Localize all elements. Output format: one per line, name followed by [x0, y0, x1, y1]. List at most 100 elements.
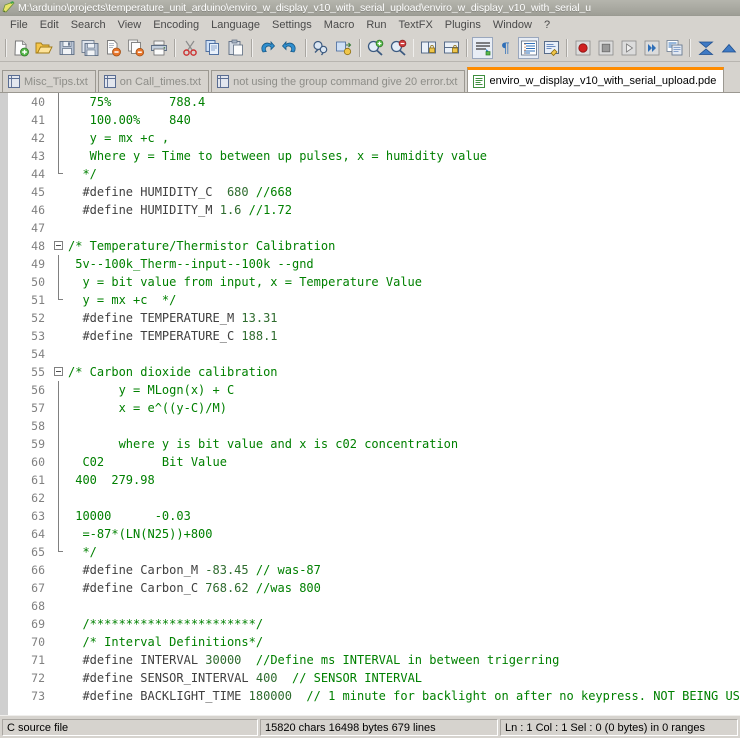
- menu-encoding[interactable]: Encoding: [147, 18, 205, 32]
- code-line[interactable]: #define Carbon_C 768.62 //was 800: [68, 579, 740, 597]
- copy-icon[interactable]: [203, 37, 224, 59]
- code-line[interactable]: /***********************/: [68, 615, 740, 633]
- cut-icon[interactable]: [180, 37, 201, 59]
- replace-icon[interactable]: [334, 37, 355, 59]
- code-line[interactable]: [68, 417, 740, 435]
- fold-marker[interactable]: [52, 237, 66, 255]
- print-icon[interactable]: [149, 37, 170, 59]
- fold-collapse-icon[interactable]: [54, 241, 63, 250]
- menu-file[interactable]: File: [4, 18, 34, 32]
- line-number: 40: [0, 93, 52, 111]
- fold-collapse-icon[interactable]: [54, 367, 63, 376]
- window-titlebar[interactable]: M:\arduino\projects\temperature_unit_ard…: [0, 0, 740, 16]
- code-folding-margin[interactable]: [52, 93, 66, 715]
- menu-macro[interactable]: Macro: [318, 18, 361, 32]
- undo-icon[interactable]: [257, 37, 278, 59]
- fold-marker[interactable]: [52, 363, 66, 381]
- save-icon[interactable]: [57, 37, 78, 59]
- zoom-out-icon[interactable]: [388, 37, 409, 59]
- code-line[interactable]: 10000 -0.03: [68, 507, 740, 525]
- user-defined-language-icon[interactable]: [541, 37, 562, 59]
- menu-view[interactable]: View: [112, 18, 148, 32]
- collapse-all-icon[interactable]: [695, 37, 716, 59]
- find-icon[interactable]: [311, 37, 332, 59]
- code-line[interactable]: [68, 219, 740, 237]
- tab-misc-tips[interactable]: Misc_Tips.txt: [2, 70, 96, 92]
- paste-icon[interactable]: [226, 37, 247, 59]
- code-line[interactable]: /* Carbon dioxide calibration: [68, 363, 740, 381]
- code-line[interactable]: [68, 597, 740, 615]
- code-line[interactable]: y = mx +c ,: [68, 129, 740, 147]
- save-macro-icon[interactable]: [664, 37, 685, 59]
- sync-vertical-scroll-icon[interactable]: [418, 37, 439, 59]
- code-line[interactable]: #define TEMPERATURE_M 13.31: [68, 309, 740, 327]
- code-token: */: [68, 167, 97, 181]
- show-all-characters-icon[interactable]: ¶: [495, 37, 516, 59]
- fold-connector: [58, 129, 59, 147]
- code-token: #define BACKLIGHT_TIME: [68, 689, 249, 703]
- code-line[interactable]: 400 279.98: [68, 471, 740, 489]
- menu-settings[interactable]: Settings: [266, 18, 318, 32]
- tab-on-call-times[interactable]: on Call_times.txt: [98, 70, 209, 92]
- menu-edit[interactable]: Edit: [34, 18, 65, 32]
- code-line[interactable]: #define HUMIDITY_C 680 //668: [68, 183, 740, 201]
- tab-enviro-w-display-pde[interactable]: enviro_w_display_v10_with_serial_upload.…: [467, 67, 724, 92]
- close-all-icon[interactable]: [126, 37, 147, 59]
- code-line[interactable]: where y is bit value and x is c02 concen…: [68, 435, 740, 453]
- save-all-icon[interactable]: [80, 37, 101, 59]
- code-line[interactable]: 75% 788.4: [68, 93, 740, 111]
- menu-plugins[interactable]: Plugins: [439, 18, 487, 32]
- code-editor[interactable]: 4041424344454647484950515253545556575859…: [0, 92, 740, 715]
- close-file-icon[interactable]: [103, 37, 124, 59]
- code-line[interactable]: y = bit value from input, x = Temperatur…: [68, 273, 740, 291]
- code-line[interactable]: #define SENSOR_INTERVAL 400 // SENSOR IN…: [68, 669, 740, 687]
- code-line[interactable]: y = mx +c */: [68, 291, 740, 309]
- zoom-in-icon[interactable]: [365, 37, 386, 59]
- word-wrap-icon[interactable]: [472, 37, 493, 59]
- code-line[interactable]: /* Interval Definitions*/: [68, 633, 740, 651]
- code-line[interactable]: #define INTERVAL 30000 //Define ms INTER…: [68, 651, 740, 669]
- code-line[interactable]: 100.00% 840: [68, 111, 740, 129]
- code-text-area[interactable]: 75% 788.4 100.00% 840 y = mx +c , Where …: [66, 93, 740, 715]
- fold-marker: [52, 489, 66, 507]
- sync-horizontal-scroll-icon[interactable]: [441, 37, 462, 59]
- run-macro-multiple-icon[interactable]: [641, 37, 662, 59]
- tab-group-command-error[interactable]: not using the group command give 20 erro…: [211, 70, 465, 92]
- code-token: 30000: [205, 653, 248, 667]
- menu-language[interactable]: Language: [205, 18, 266, 32]
- code-line[interactable]: #define HUMIDITY_M 1.6 //1.72: [68, 201, 740, 219]
- code-line[interactable]: */: [68, 543, 740, 561]
- code-line[interactable]: x = e^((y-C)/M): [68, 399, 740, 417]
- fold-connector: [58, 273, 59, 291]
- code-line[interactable]: =-87*(LN(N25))+800: [68, 525, 740, 543]
- code-token: // SENSOR INTERVAL: [285, 671, 422, 685]
- menu-window[interactable]: Window: [487, 18, 538, 32]
- code-line[interactable]: /* Temperature/Thermistor Calibration: [68, 237, 740, 255]
- toolbar-separator: [174, 39, 176, 57]
- menu-search[interactable]: Search: [65, 18, 112, 32]
- redo-icon[interactable]: [280, 37, 301, 59]
- code-line[interactable]: y = MLogn(x) + C: [68, 381, 740, 399]
- stop-record-macro-icon[interactable]: [595, 37, 616, 59]
- code-line[interactable]: #define Carbon_M -83.45 // was-87: [68, 561, 740, 579]
- code-line[interactable]: Where y = Time to between up pulses, x =…: [68, 147, 740, 165]
- menu-textfx[interactable]: TextFX: [393, 18, 439, 32]
- menu-run[interactable]: Run: [360, 18, 392, 32]
- play-macro-icon[interactable]: [618, 37, 639, 59]
- start-record-macro-icon[interactable]: [572, 37, 593, 59]
- code-line[interactable]: 5v--100k_Therm--input--100k --gnd: [68, 255, 740, 273]
- indent-guide-icon[interactable]: [518, 37, 539, 59]
- menu-help[interactable]: ?: [538, 18, 556, 32]
- code-line[interactable]: [68, 489, 740, 507]
- code-token: x = e^((y-C)/M): [68, 401, 227, 415]
- fold-marker: [52, 633, 66, 651]
- open-file-icon[interactable]: [34, 37, 55, 59]
- code-line[interactable]: #define TEMPERATURE_C 188.1: [68, 327, 740, 345]
- code-token: #define TEMPERATURE_C: [68, 329, 241, 343]
- expand-all-icon[interactable]: [718, 37, 739, 59]
- code-line[interactable]: */: [68, 165, 740, 183]
- code-line[interactable]: [68, 345, 740, 363]
- code-line[interactable]: C02 Bit Value: [68, 453, 740, 471]
- code-line[interactable]: #define BACKLIGHT_TIME 180000 // 1 minut…: [68, 687, 740, 705]
- new-file-icon[interactable]: [11, 37, 32, 59]
